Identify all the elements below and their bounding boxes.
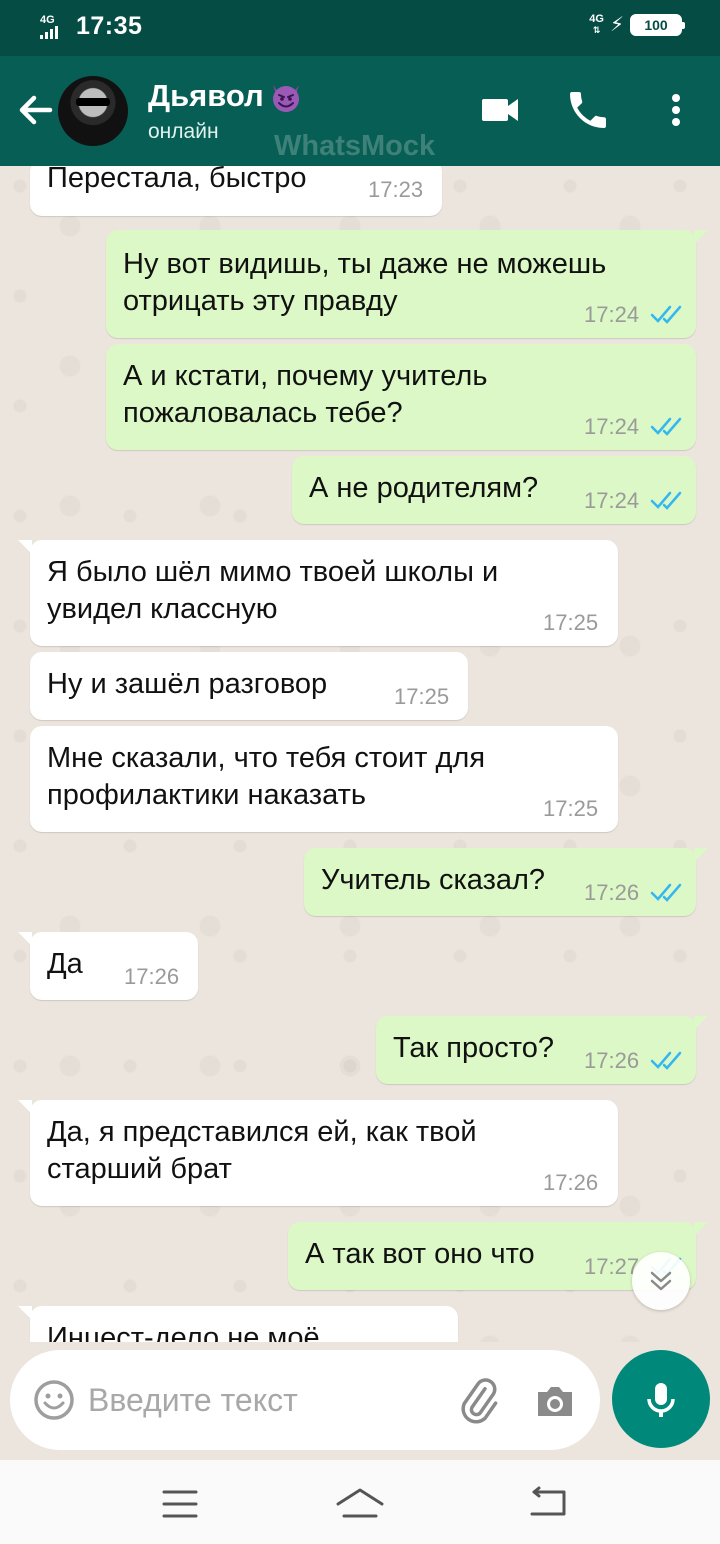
message-text: отрицать эту правду (123, 285, 398, 317)
status-bar: 4G 17:35 4G ⇅ ⚡ 100 (0, 0, 720, 56)
system-nav-bar (0, 1460, 720, 1544)
message-text: Ну вот видишь, ты даже не можешь (123, 248, 607, 280)
message-bubble-outgoing[interactable]: А не родителям? 17:24 (292, 456, 696, 524)
message-text: Учитель сказал? (321, 864, 546, 896)
network-indicator: 4G ⇅ (589, 13, 604, 36)
message-time: 17:24 (584, 488, 640, 513)
network-type-label-right: 4G (589, 13, 604, 25)
message-bubble-incoming[interactable]: Инцест-дело не моё (18, 1306, 458, 1342)
message-text: Да, я представился ей, как твой (47, 1116, 477, 1148)
message-text: А не родителям? (309, 472, 539, 504)
battery-level: 100 (644, 17, 668, 33)
message-time: 17:25 (543, 610, 599, 635)
back-icon[interactable] (518, 1482, 578, 1526)
message-bubble-incoming[interactable]: Да 17:26 (18, 932, 198, 1000)
paperclip-icon[interactable] (454, 1376, 504, 1426)
status-right: 4G ⇅ ⚡ 100 (589, 13, 685, 36)
charging-icon: ⚡ (609, 14, 624, 36)
double-chevron-down-icon (650, 1271, 672, 1291)
message-time: 17:26 (124, 964, 180, 989)
message-bubble-outgoing[interactable]: Ну вот видишь, ты даже не можешь отрицат… (106, 230, 708, 338)
message-text: А так вот оно что (305, 1238, 535, 1270)
mic-icon (647, 1383, 675, 1417)
message-time: 17:25 (543, 796, 599, 821)
message-time: 17:25 (394, 684, 450, 709)
camera-icon[interactable] (530, 1376, 580, 1426)
message-text: увидел классную (47, 593, 278, 625)
message-text: профилактики наказать (47, 779, 366, 811)
message-bubble-incoming[interactable]: Да, я представился ей, как твой старший … (18, 1100, 618, 1206)
message-text: старший брат (47, 1153, 232, 1185)
message-text: Мне сказали, что тебя стоит для (47, 742, 486, 774)
watermark: WhatsMock (274, 130, 436, 162)
phone-icon[interactable] (564, 86, 612, 134)
message-bubble-incoming[interactable]: Я было шёл мимо твоей школы и увидел кла… (18, 540, 618, 646)
message-time: 17:24 (584, 414, 640, 439)
message-time: 17:26 (543, 1170, 599, 1195)
message-text: Инцест-дело не моё (47, 1322, 320, 1342)
signal-icon: 4G (38, 13, 66, 41)
message-text: Я было шёл мимо твоей школы и (47, 556, 499, 588)
menu-icon[interactable] (150, 1482, 210, 1526)
emoji-icon[interactable] (32, 1378, 76, 1422)
message-time: 17:24 (584, 302, 640, 327)
network-type-label: 4G (40, 13, 55, 26)
message-text: Ну и зашёл разговор (47, 668, 328, 700)
mic-button[interactable] (612, 1350, 710, 1448)
message-time: 17:26 (584, 880, 640, 905)
clock: 17:35 (76, 12, 143, 40)
message-text: Да (47, 948, 83, 980)
home-icon[interactable] (330, 1482, 390, 1526)
read-ticks-icon (650, 305, 682, 324)
avatar[interactable] (58, 76, 128, 146)
read-ticks-icon (650, 491, 682, 510)
message-time: 17:27 (584, 1254, 640, 1279)
message-bubble-outgoing[interactable]: Так просто? 17:26 (376, 1016, 708, 1084)
message-text: Так просто? (393, 1032, 554, 1064)
battery-icon: 100 (630, 14, 685, 36)
message-composer (10, 1350, 600, 1450)
message-bubble-incoming[interactable]: Мне сказали, что тебя стоит для профилак… (30, 726, 618, 832)
message-input[interactable] (88, 1376, 448, 1424)
message-time: 17:26 (584, 1048, 640, 1073)
message-bubble-incoming[interactable]: Перестала, быстро 17:23 (30, 166, 442, 216)
read-ticks-icon (650, 1051, 682, 1070)
back-arrow-icon[interactable] (14, 86, 58, 134)
message-time: 17:23 (368, 177, 424, 202)
chat-area[interactable]: Перестала, быстро 17:23 Ну вот видишь, т… (0, 166, 720, 1342)
contact-name[interactable]: Дьявол (148, 78, 304, 114)
video-call-icon[interactable] (476, 86, 524, 134)
smiling-devil-emoji-icon (268, 78, 304, 114)
chat-header: Дьявол онлайн WhatsMock (0, 56, 720, 166)
message-text: Перестала, быстро (47, 166, 307, 194)
message-text: пожаловалась тебе? (123, 397, 403, 429)
more-vert-icon[interactable] (652, 86, 700, 134)
message-text: А и кстати, почему учитель (123, 360, 488, 392)
message-bubble-outgoing[interactable]: Учитель сказал? 17:26 (304, 848, 708, 916)
read-ticks-icon (650, 883, 682, 902)
scroll-to-bottom-button[interactable] (632, 1252, 690, 1310)
contact-name-text: Дьявол (148, 78, 264, 113)
read-ticks-icon (650, 417, 682, 436)
contact-status: онлайн (148, 120, 219, 143)
message-bubble-outgoing[interactable]: А и кстати, почему учитель пожаловалась … (106, 344, 696, 450)
message-bubble-incoming[interactable]: Ну и зашёл разговор 17:25 (30, 652, 468, 720)
status-left: 4G 17:35 (38, 12, 142, 41)
